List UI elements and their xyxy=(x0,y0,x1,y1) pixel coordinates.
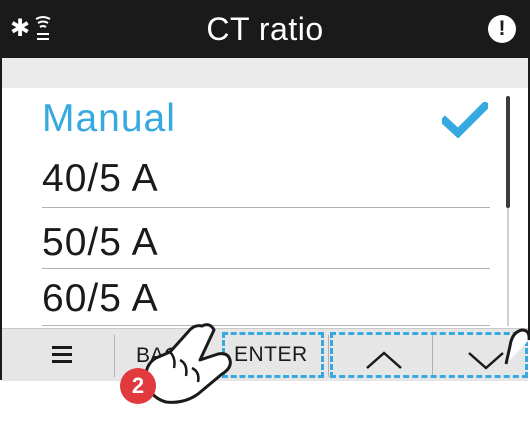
list-item-label: 50/5 A xyxy=(42,221,159,264)
checkmark-icon xyxy=(442,102,488,138)
list-divider xyxy=(42,325,490,326)
list-item-manual[interactable]: Manual xyxy=(2,90,502,148)
list-item-label: 60/5 A xyxy=(42,277,159,320)
softkey-divider xyxy=(328,335,329,377)
ct-ratio-list: Manual 40/5 A 50/5 A 60/5 A xyxy=(2,88,528,328)
list-item-50-5[interactable]: 50/5 A xyxy=(2,214,502,272)
arrows-highlight xyxy=(330,332,528,378)
list-item-60-5[interactable]: 60/5 A xyxy=(2,270,502,328)
list-divider xyxy=(42,207,490,208)
enter-highlight xyxy=(222,332,324,378)
status-bar: ✱ CT ratio ! xyxy=(0,0,530,58)
list-item-label: 40/5 A xyxy=(42,157,159,200)
list-item-label: Manual xyxy=(42,97,176,140)
step-number-badge: 2 xyxy=(120,368,156,404)
menu-button[interactable] xyxy=(2,329,112,381)
scrollbar-thumb[interactable] xyxy=(506,96,510,208)
subheader-bar xyxy=(2,58,528,88)
warning-icon[interactable]: ! xyxy=(488,15,516,43)
pointing-hand-icon xyxy=(504,328,530,365)
menu-icon xyxy=(52,346,72,367)
screen-title: CT ratio xyxy=(206,11,324,47)
list-item-40-5[interactable]: 40/5 A xyxy=(2,150,502,208)
list-divider xyxy=(42,268,490,269)
